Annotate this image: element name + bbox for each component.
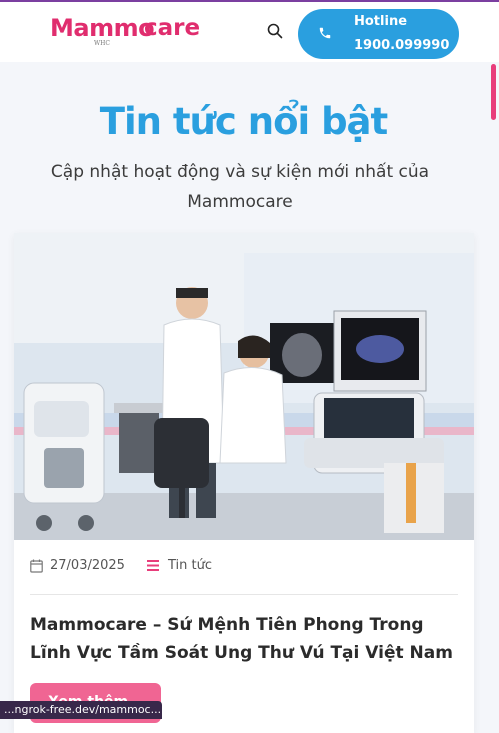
article-date: 27/03/2025 bbox=[50, 558, 125, 573]
section-subtitle: Cập nhật hoạt động và sự kiện mới nhất c… bbox=[50, 162, 430, 212]
hotline-label: Hotline bbox=[354, 14, 408, 29]
hotline-button[interactable]: Hotline 1900.099990 bbox=[298, 9, 459, 59]
page-scrollbar-thumb[interactable] bbox=[491, 64, 496, 120]
status-bar-url: ...ngrok-free.dev/mammoc... bbox=[0, 701, 162, 719]
logo-tag-text: WHC bbox=[94, 40, 110, 47]
search-icon[interactable] bbox=[267, 23, 283, 39]
hotline-number: 1900.099990 bbox=[354, 38, 450, 53]
site-header: Mammo care WHC Hotline 1900.099990 bbox=[0, 2, 499, 62]
news-card: 27/03/2025 Tin tức Mammocare – Sứ Mệnh T… bbox=[14, 233, 474, 733]
article-title[interactable]: Mammocare – Sứ Mệnh Tiên Phong Trong Lĩn… bbox=[30, 611, 462, 667]
logo-care-text: care bbox=[144, 15, 201, 41]
calendar-icon bbox=[30, 559, 43, 573]
phone-icon bbox=[319, 27, 331, 39]
section-title: Tin tức nổi bật bbox=[99, 100, 388, 143]
card-divider bbox=[30, 594, 458, 595]
article-category[interactable]: Tin tức bbox=[168, 558, 212, 573]
logo-mammo-text: Mammo bbox=[50, 14, 155, 42]
menu-lines-icon bbox=[147, 560, 159, 571]
article-photo[interactable] bbox=[14, 233, 474, 540]
mammocare-logo[interactable]: Mammo care WHC bbox=[50, 14, 200, 50]
